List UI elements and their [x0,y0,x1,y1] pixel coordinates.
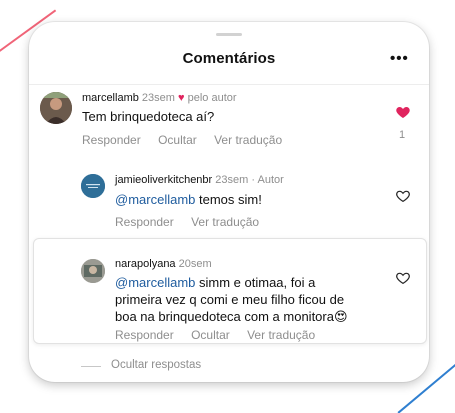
author-liked-heart-icon: ♥ [178,92,185,104]
drag-handle[interactable] [216,33,242,36]
hide-replies-line [81,366,101,367]
header-divider [29,84,429,85]
comment-time: 20sem [178,258,212,270]
comment-body-line: simm e otimaa, foi a [199,275,316,290]
comment-username[interactable]: jamieoliverkitchenbr [115,174,212,186]
reply-button[interactable]: Responder [115,328,174,342]
author-badge: Autor [257,174,284,186]
avatar-marcellamb[interactable] [40,92,72,124]
comment-actions: Responder Ocultar Ver tradução [115,328,329,342]
comment-actions: Responder Ver tradução [115,215,273,229]
comment-meta: jamieoliverkitchenbr 23sem · Autor [115,174,284,186]
see-translation-button[interactable]: Ver tradução [214,133,282,147]
comment-body: temos sim! [199,192,262,207]
reply-button[interactable]: Responder [115,215,174,229]
separator-dot: · [251,174,256,186]
see-translation-button[interactable]: Ver tradução [191,215,259,229]
comment-text: @marcellamb temos sim! [115,191,262,208]
avatar-jamieoliverkitchenbr[interactable] [81,174,105,198]
like-count: 1 [399,129,406,141]
panel-title: Comentários [182,50,276,67]
reply-button[interactable]: Responder [82,133,141,147]
comment-text: @marcellamb simm e otimaa, foi a primeir… [115,274,395,325]
hide-button[interactable]: Ocultar [191,328,230,342]
comment-line-1: @marcellamb simm e otimaa, foi a [115,274,395,291]
hide-button[interactable]: Ocultar [158,133,197,147]
comment-line-3: boa na brinquedoteca com a monitora😍 [115,309,348,324]
heart-icon[interactable] [395,104,411,120]
hide-replies-button[interactable]: Ocultar respostas [111,359,201,371]
comment-meta: narapolyana 20sem [115,258,212,270]
heart-icon[interactable] [395,188,411,204]
comments-panel: Comentários ••• marcellamb 23sem ♥ pelo … [29,22,429,382]
mention-link[interactable]: @marcellamb [115,275,195,290]
mention-link[interactable]: @marcellamb [115,192,195,207]
comment-username[interactable]: marcellamb [82,92,139,104]
comment-username[interactable]: narapolyana [115,258,176,270]
comment-line-2: primeira vez q comi e meu filho ficou de [115,292,345,307]
comment-actions: Responder Ocultar Ver tradução [82,133,296,147]
more-options-icon[interactable]: ••• [390,51,409,66]
comment-time: 23sem [215,174,249,186]
heart-icon[interactable] [395,270,411,286]
comment-text: Tem brinquedoteca aí? [82,109,215,124]
see-translation-button[interactable]: Ver tradução [247,328,315,342]
liked-by-author-label: pelo autor [187,92,237,104]
comment-meta: marcellamb 23sem ♥ pelo autor [82,92,237,104]
comment-time: 23sem [141,92,175,104]
avatar-narapolyana[interactable] [81,259,105,283]
